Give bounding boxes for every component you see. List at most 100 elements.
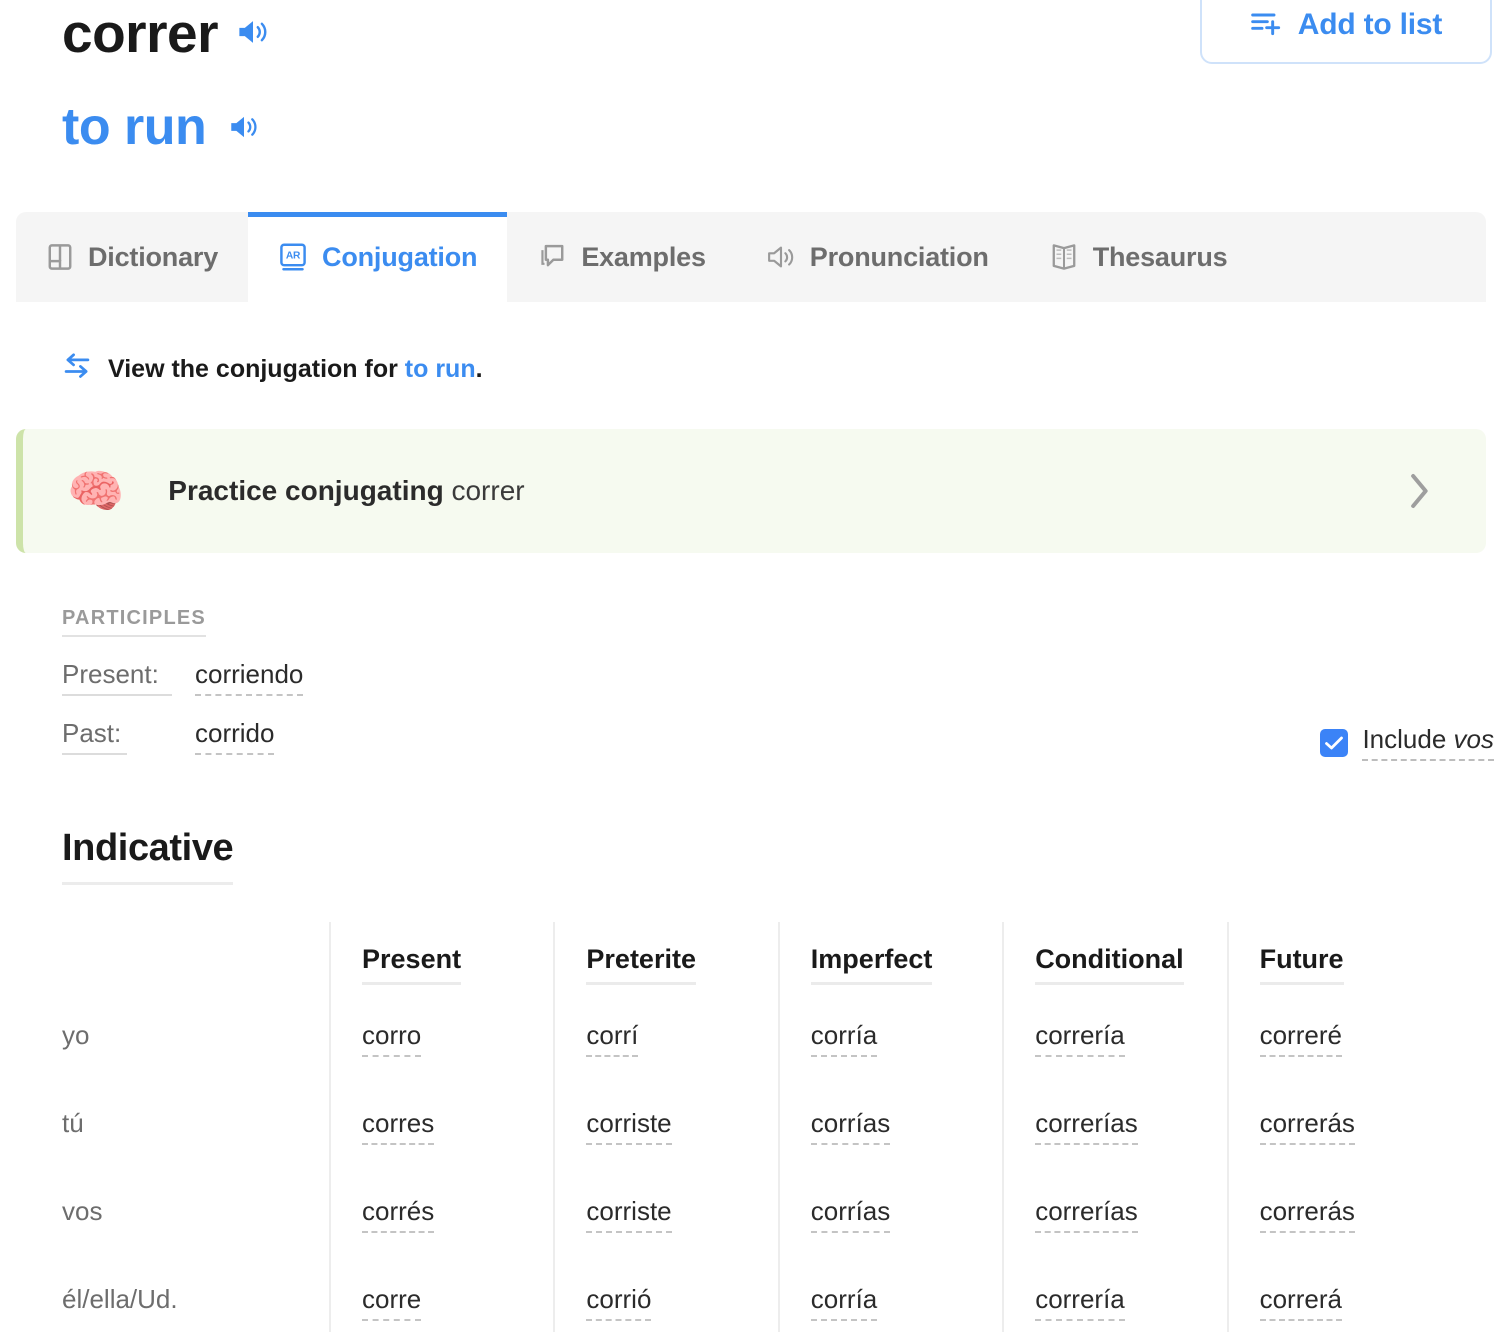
conjugation-cell: corría bbox=[777, 1000, 1004, 1088]
translation-row: to run bbox=[62, 101, 1502, 153]
brain-icon: 🧠 bbox=[67, 465, 125, 517]
conjugation-form[interactable]: corriste bbox=[586, 1108, 672, 1145]
view-conjugation-suffix: . bbox=[475, 355, 483, 383]
conjugation-cell: corrías bbox=[777, 1088, 1004, 1176]
svg-text:AR: AR bbox=[286, 250, 301, 261]
include-vos-label-italic: vos bbox=[1453, 724, 1494, 754]
tab-examples[interactable]: Examples bbox=[507, 212, 735, 302]
include-vos-checkbox[interactable] bbox=[1320, 728, 1349, 757]
participle-label: Past: bbox=[62, 718, 127, 755]
speech-bubble-icon bbox=[537, 242, 567, 272]
tab-dictionary[interactable]: Dictionary bbox=[16, 212, 248, 302]
speaker-icon[interactable] bbox=[228, 113, 260, 141]
table-header-imperfect: Imperfect bbox=[777, 922, 1004, 1000]
conjugation-form[interactable]: correrá bbox=[1259, 1284, 1342, 1321]
table-row: vos corrés corriste corrías correrías co… bbox=[52, 1176, 1452, 1264]
participles-section: PARTICIPLES Present: corriendo Past: cor… bbox=[62, 607, 304, 755]
conjugation-form[interactable]: corrió bbox=[586, 1284, 652, 1321]
participle-row-past: Past: corrido bbox=[62, 718, 303, 755]
ar-book-icon: AR bbox=[278, 242, 308, 272]
open-book-icon bbox=[1049, 242, 1079, 272]
column-label: Future bbox=[1259, 944, 1344, 985]
row-pronoun: yo bbox=[52, 1000, 330, 1088]
conjugation-form[interactable]: corriste bbox=[586, 1196, 672, 1233]
row-pronoun: tú bbox=[52, 1088, 330, 1176]
chevron-right-icon[interactable] bbox=[1406, 471, 1432, 511]
conjugation-form[interactable]: corría bbox=[810, 1284, 878, 1321]
tab-label: Thesaurus bbox=[1092, 241, 1228, 272]
conjugation-form[interactable]: corrías bbox=[810, 1108, 891, 1145]
conjugation-form[interactable]: corrías bbox=[810, 1196, 891, 1233]
practice-banner-bold: Practice conjugating bbox=[168, 475, 444, 506]
participle-value[interactable]: corriendo bbox=[195, 659, 304, 696]
tab-conjugation[interactable]: AR Conjugation bbox=[248, 212, 508, 302]
participle-value[interactable]: corrido bbox=[195, 718, 275, 755]
table-body: yo corro corrí corría correría correré t… bbox=[52, 1000, 1452, 1332]
conjugation-form[interactable]: correrías bbox=[1035, 1108, 1138, 1145]
conjugation-cell: corre bbox=[329, 1264, 555, 1332]
conjugation-cell: corriste bbox=[553, 1176, 779, 1264]
include-vos-label-plain: Include bbox=[1362, 724, 1454, 754]
table-head: Present Preterite Imperfect Conditional … bbox=[52, 922, 1452, 1000]
row-pronoun: él/ella/Ud. bbox=[52, 1264, 330, 1332]
conjugation-form[interactable]: corría bbox=[810, 1020, 878, 1057]
table-header-row: Present Preterite Imperfect Conditional … bbox=[52, 922, 1452, 1000]
tab-label: Conjugation bbox=[322, 241, 478, 272]
conjugation-cell: correría bbox=[1002, 1264, 1228, 1332]
pronoun-label: tú bbox=[62, 1108, 84, 1138]
tab-label: Dictionary bbox=[88, 241, 219, 272]
speaker-icon[interactable] bbox=[236, 17, 270, 47]
view-conjugation-line: View the conjugation for to run. bbox=[62, 352, 483, 387]
conjugation-form[interactable]: corro bbox=[362, 1020, 422, 1057]
table-row: yo corro corrí corría correría correré bbox=[52, 1000, 1452, 1088]
pronoun-label: yo bbox=[62, 1020, 90, 1050]
table-row: tú corres corriste corrías correrías cor… bbox=[52, 1088, 1452, 1176]
conjugation-cell: correrás bbox=[1226, 1176, 1452, 1264]
tab-pronunciation[interactable]: Pronunciation bbox=[736, 212, 1019, 302]
conjugation-cell: corro bbox=[329, 1000, 555, 1088]
conjugation-form[interactable]: corrés bbox=[362, 1196, 435, 1233]
conjugation-form[interactable]: correrás bbox=[1259, 1108, 1355, 1145]
conjugation-cell: correría bbox=[1002, 1000, 1228, 1088]
conjugation-form[interactable]: corrí bbox=[586, 1020, 639, 1057]
tab-thesaurus[interactable]: Thesaurus bbox=[1019, 212, 1258, 302]
include-vos-label: Include vos bbox=[1362, 724, 1494, 761]
table-row: él/ella/Ud. corre corrió corría correría… bbox=[52, 1264, 1452, 1332]
practice-banner-verb: correr bbox=[443, 475, 525, 506]
conjugation-cell: corría bbox=[777, 1264, 1004, 1332]
conjugation-form[interactable]: correrías bbox=[1035, 1196, 1138, 1233]
participle-label: Present: bbox=[62, 659, 172, 696]
conjugation-cell: correrías bbox=[1002, 1176, 1228, 1264]
conjugation-cell: corrió bbox=[553, 1264, 779, 1332]
conjugation-form[interactable]: correrás bbox=[1259, 1196, 1355, 1233]
page-title: correr bbox=[62, 2, 218, 64]
indicative-conjugation-table: Present Preterite Imperfect Conditional … bbox=[52, 922, 1452, 1332]
conjugation-form[interactable]: corres bbox=[362, 1108, 435, 1145]
conjugation-cell: correré bbox=[1226, 1000, 1452, 1088]
table-header-pronoun bbox=[52, 922, 330, 1000]
conjugation-cell: correrás bbox=[1226, 1088, 1452, 1176]
conjugation-form[interactable]: correré bbox=[1259, 1020, 1342, 1057]
tab-bar: Dictionary AR Conjugation Examples Pronu… bbox=[16, 212, 1486, 302]
conjugation-form[interactable]: correría bbox=[1035, 1284, 1125, 1321]
tab-label: Examples bbox=[581, 241, 706, 272]
conjugation-cell: correrías bbox=[1002, 1088, 1228, 1176]
view-conjugation-link[interactable]: to run bbox=[405, 355, 476, 383]
conjugation-form[interactable]: correría bbox=[1035, 1020, 1125, 1057]
include-vos-toggle[interactable]: Include vos bbox=[1320, 724, 1494, 761]
add-to-list-label: Add to list bbox=[1297, 8, 1443, 41]
add-to-list-button[interactable]: Add to list bbox=[1200, 0, 1492, 64]
practice-conjugating-banner[interactable]: 🧠 Practice conjugating correr bbox=[16, 429, 1486, 553]
practice-banner-text: Practice conjugating correr bbox=[168, 475, 524, 507]
book-icon bbox=[46, 242, 74, 272]
conjugation-form[interactable]: corre bbox=[362, 1284, 422, 1321]
participle-row-present: Present: corriendo bbox=[62, 659, 304, 696]
table-header-preterite: Preterite bbox=[553, 922, 779, 1000]
view-conjugation-prefix: View the conjugation for bbox=[108, 355, 405, 383]
translation-text: to run bbox=[62, 98, 207, 156]
conjugation-cell: corrés bbox=[329, 1176, 555, 1264]
tab-label: Pronunciation bbox=[809, 241, 989, 272]
conjugation-cell: corrí bbox=[553, 1000, 779, 1088]
column-label: Preterite bbox=[586, 944, 696, 985]
column-label: Present bbox=[362, 944, 462, 985]
